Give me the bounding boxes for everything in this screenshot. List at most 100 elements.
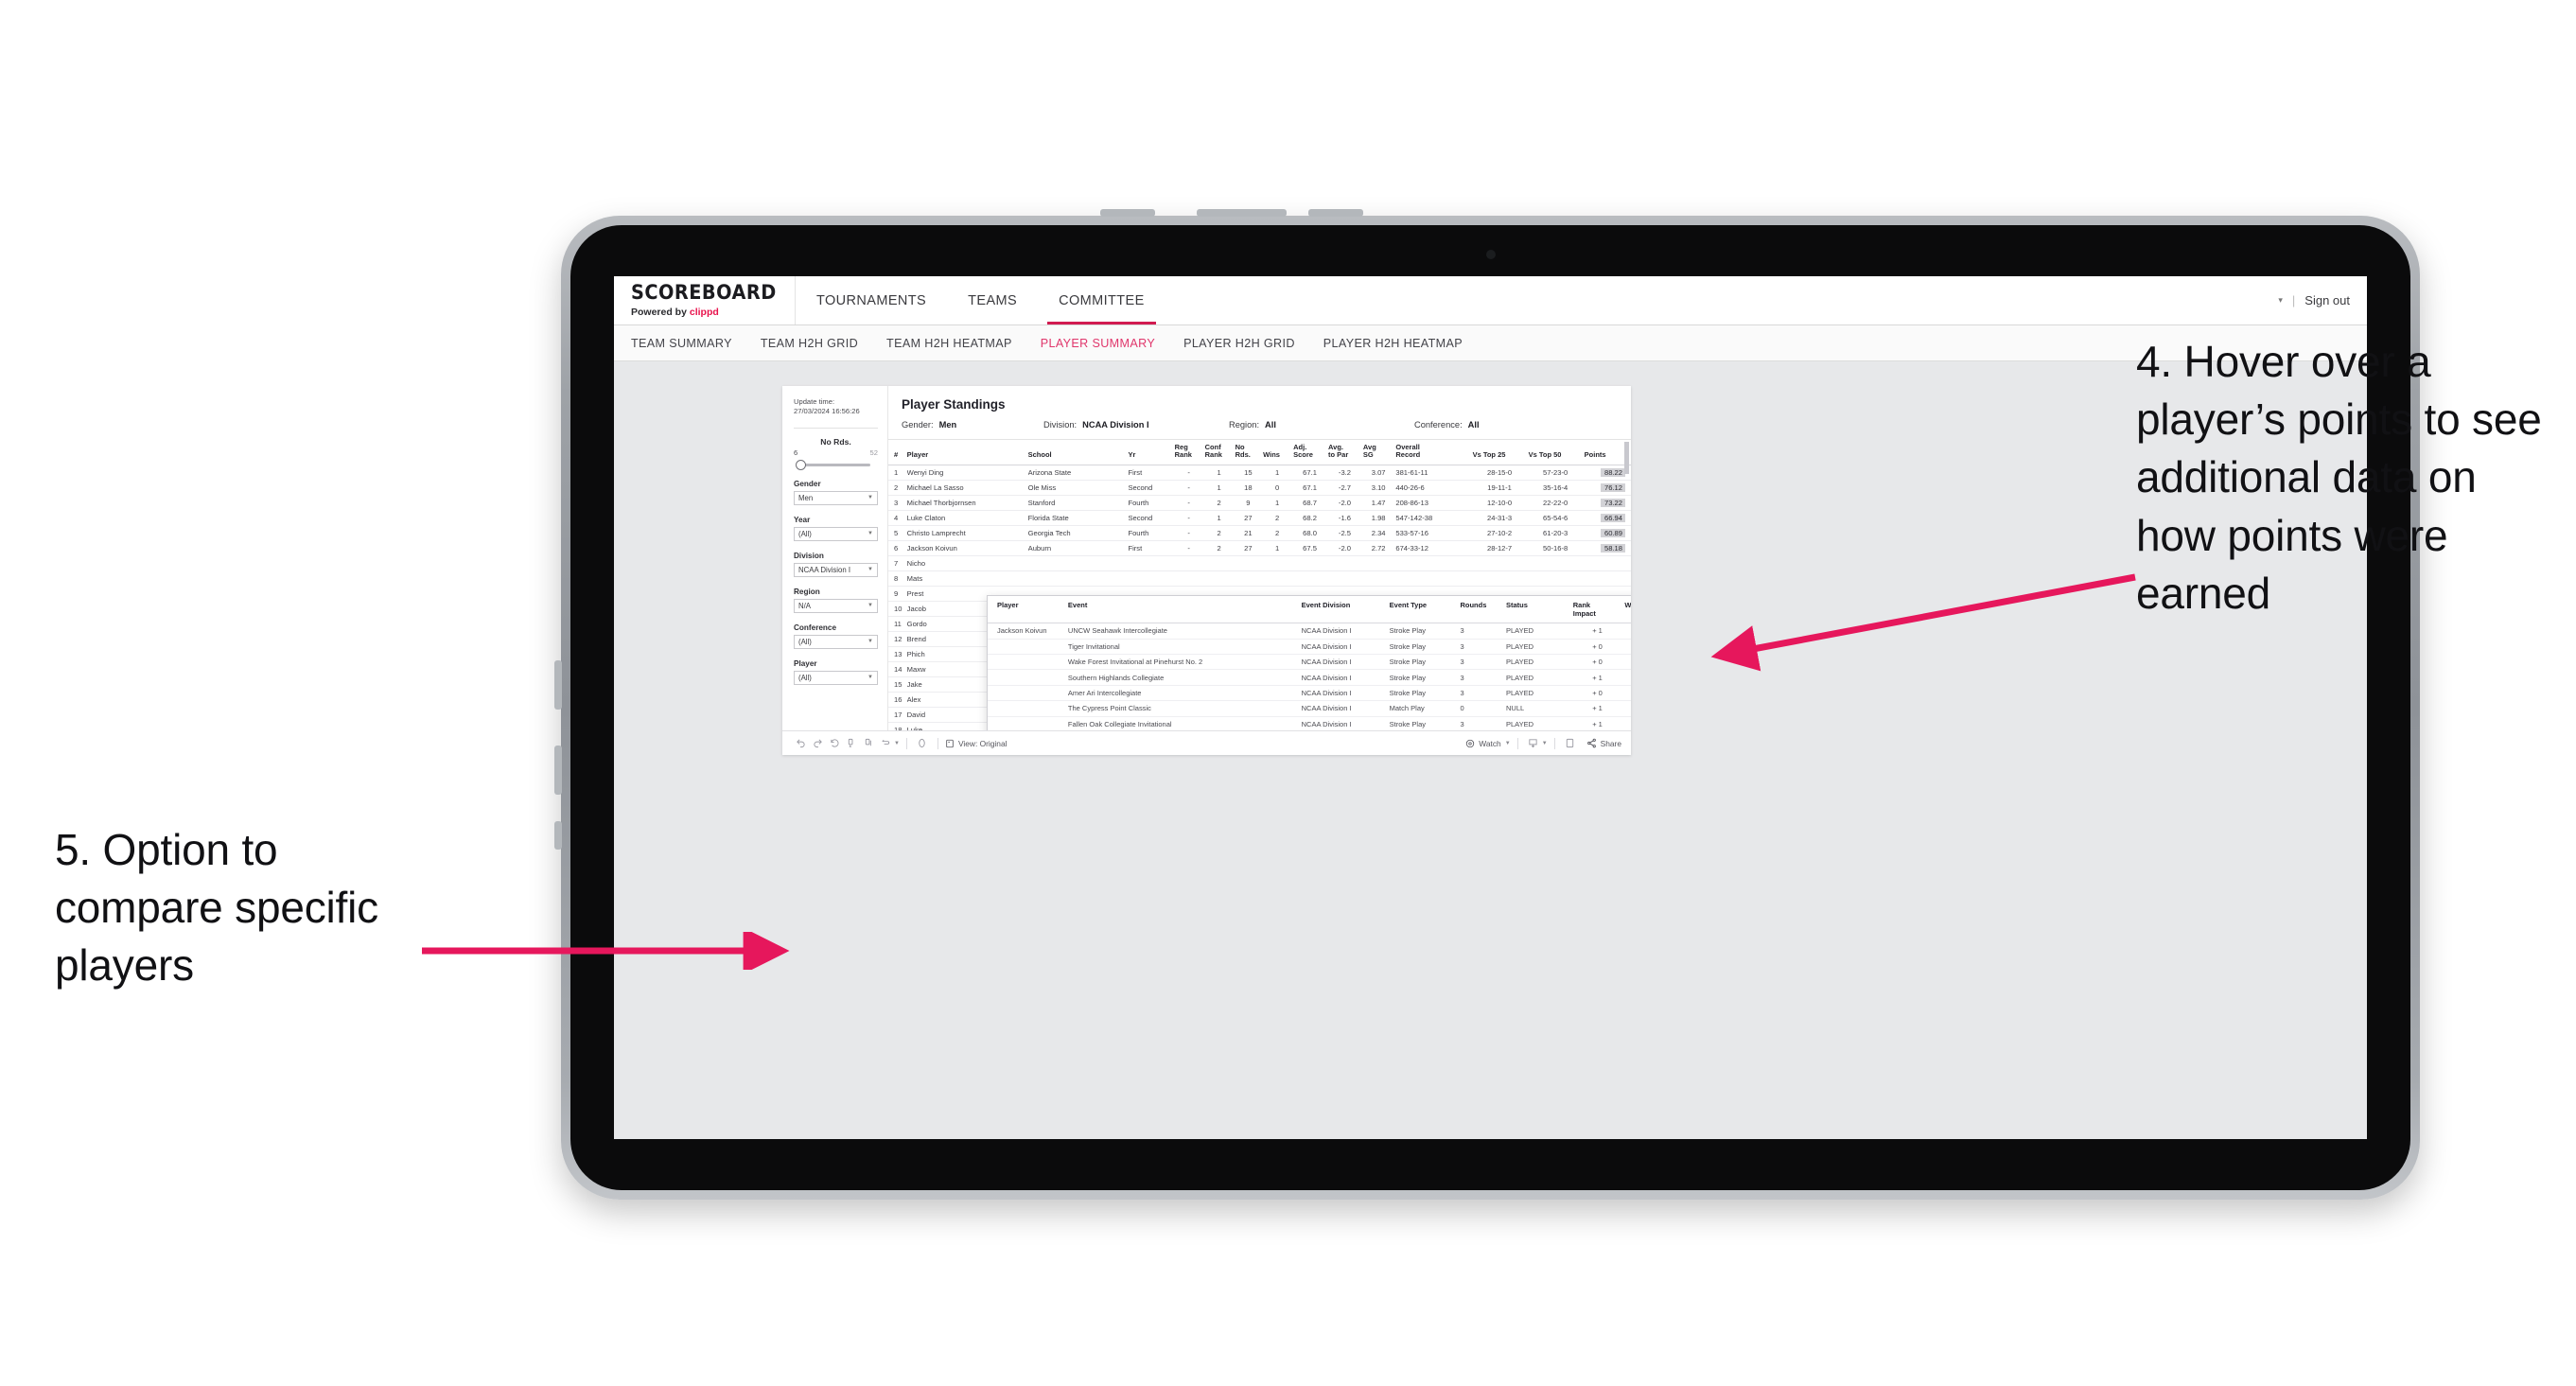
annotation-4-arrow [1710,573,2136,672]
revert-icon[interactable] [826,738,843,748]
data-details-icon[interactable] [914,738,931,748]
tab-team-h2h-heatmap[interactable]: TEAM H2H HEATMAP [886,337,1012,350]
divider [1516,737,1518,749]
download-icon[interactable] [1525,738,1542,748]
points-chip[interactable]: 73.22 [1601,498,1625,507]
cell-wins: 0 [1263,480,1294,496]
points-chip[interactable]: 76.12 [1601,482,1625,492]
column-header-player[interactable]: Player [906,440,1028,465]
points-chip[interactable]: 60.89 [1601,528,1625,537]
column-header-overall-record[interactable]: Overall Record [1395,440,1473,465]
tab-team-h2h-grid[interactable]: TEAM H2H GRID [761,337,858,350]
column-header-avg-to-par[interactable]: Avg. to Par [1328,440,1363,465]
cell-par [1328,570,1363,587]
cell-t25 [1472,570,1529,587]
points-chip[interactable]: 88.22 [1601,467,1625,477]
column-header-no-rds[interactable]: No Rds. [1235,440,1264,465]
filter-region-select[interactable]: N/A ▼ [794,598,878,613]
tooltip-cell-rank-impact: + 0 [1572,654,1625,671]
points-chip[interactable]: 66.94 [1601,513,1625,522]
chevron-down-icon[interactable]: ▾ [2278,295,2283,306]
watch-button[interactable]: Watch ▼ [1465,739,1511,748]
tooltip-cell-player [988,716,1068,730]
cell-n: 14 [888,661,907,677]
no-rounds-slider[interactable] [794,459,878,470]
column-header-adj-score[interactable]: Adj. Score [1293,440,1329,465]
chevron-down-icon[interactable]: ▼ [1542,741,1548,746]
column-header-school[interactable]: School [1027,440,1129,465]
tab-player-summary[interactable]: PLAYER SUMMARY [1041,337,1155,350]
table-row[interactable]: 4 Luke Claton Florida State Second -1 27 2 68.2… [888,510,1631,526]
chevron-down-icon: ▼ [867,531,873,536]
tooltip-cell-event-division: NCAA Division I [1301,639,1390,656]
divider [794,427,878,429]
slider-handle[interactable] [796,459,806,470]
meta-gender: Gender: Men [902,420,1043,430]
table-row[interactable]: 5 Christo Lamprecht Georgia Tech Fourth -2 21… [888,525,1631,541]
cell-rec: 440-26-6 [1395,480,1473,496]
cell-school: Florida State [1027,510,1129,526]
brand-logo[interactable]: SCOREBOARD Powered by clippd [614,276,796,325]
filter-gender-select[interactable]: Men ▼ [794,490,878,505]
column-header-vs-top-50[interactable]: Vs Top 50 [1528,440,1585,465]
filter-division-select[interactable]: NCAA Division I ▼ [794,562,878,577]
cell-yr: Fourth [1128,525,1175,541]
app-screen: SCOREBOARD Powered by clippd TOURNAMENTS… [614,276,2367,1139]
redo-icon[interactable] [809,738,826,748]
nav-item-committee[interactable]: COMMITTEE [1038,276,1165,325]
sign-out-link[interactable]: Sign out [2304,293,2350,307]
scrollbar-thumb[interactable] [1624,442,1629,474]
view-original-button[interactable]: View: Original [945,739,1007,748]
points-chip[interactable]: 58.18 [1601,543,1625,553]
share-custom-views-icon[interactable] [877,738,894,748]
table-row[interactable]: 6 Jackson Koivun Auburn First -2 27 1 67.5 -2.0 2… [888,540,1631,556]
refresh-data-icon[interactable] [860,738,877,748]
table-row[interactable]: 7 Nicho [888,555,1631,571]
table-row[interactable]: 3 Michael Thorbjornsen Stanford Fourth -2 9 1 6… [888,495,1631,511]
tab-player-h2h-heatmap[interactable]: PLAYER H2H HEATMAP [1323,337,1463,350]
column-header-conf-rank[interactable]: Conf Rank [1204,440,1235,465]
chevron-down-icon[interactable]: ▼ [894,741,900,746]
column-header-avg-sg[interactable]: Avg SG [1362,440,1396,465]
tooltip-cell-rounds: 3 [1460,654,1506,671]
meta-conference-label: Conference: [1414,420,1463,430]
tab-player-h2h-grid[interactable]: PLAYER H2H GRID [1183,337,1295,350]
tooltip-row: Tiger Invitational NCAA Division I Stroke … [988,639,1631,656]
cell-yr: First [1128,540,1175,556]
tooltip-cell-w-points: 46.72 [1624,654,1631,671]
tooltip-cell-event-type: Stroke Play [1389,669,1461,686]
nav-item-tournaments[interactable]: TOURNAMENTS [796,276,947,325]
cell-player: Nicho [906,555,1028,571]
nav-item-teams[interactable]: TEAMS [947,276,1038,325]
fullscreen-icon[interactable] [1562,738,1579,748]
table-row[interactable]: 8 Mats [888,570,1631,587]
table-row[interactable]: 2 Michael La Sasso Ole Miss Second -1 18 0 67.1… [888,480,1631,496]
tooltip-cell-player [988,654,1068,671]
column-header-yr[interactable]: Yr [1128,440,1175,465]
filter-conference-select[interactable]: (All) ▼ [794,634,878,649]
cell-t50: 57-23-0 [1528,465,1585,481]
device-button [1197,209,1287,217]
cell-n: 2 [888,480,907,496]
column-header-vs-top-25[interactable]: Vs Top 25 [1472,440,1529,465]
meta-region: Region: All [1229,420,1414,430]
filter-year-select[interactable]: (All) ▼ [794,526,878,541]
tab-team-summary[interactable]: TEAM SUMMARY [631,337,732,350]
table-row[interactable]: 1 Wenyi Ding Arizona State First -1 15 1 67.1 -3… [888,465,1631,481]
column-header-[interactable]: # [888,440,907,465]
cell-yr: First [1128,465,1175,481]
filter-player-select[interactable]: (All) ▼ [794,670,878,685]
column-header-reg-rank[interactable]: Reg Rank [1174,440,1205,465]
tooltip-cell-rank-impact: + 1 [1572,700,1625,717]
column-header-wins[interactable]: Wins [1263,440,1294,465]
undo-icon[interactable] [792,738,809,748]
cell-yr [1128,555,1175,571]
filter-conference-label: Conference [794,623,837,632]
pause-auto-update-icon[interactable] [843,738,860,748]
cell-t25: 28-12-7 [1472,540,1529,556]
cell-n: 6 [888,540,907,556]
tooltip-row: Jackson Koivun UNCW Seahawk Intercollegia… [988,623,1631,640]
share-button[interactable]: Share [1586,738,1621,748]
cell-n: 11 [888,616,907,632]
tooltip-cell-status: PLAYED [1505,654,1573,671]
